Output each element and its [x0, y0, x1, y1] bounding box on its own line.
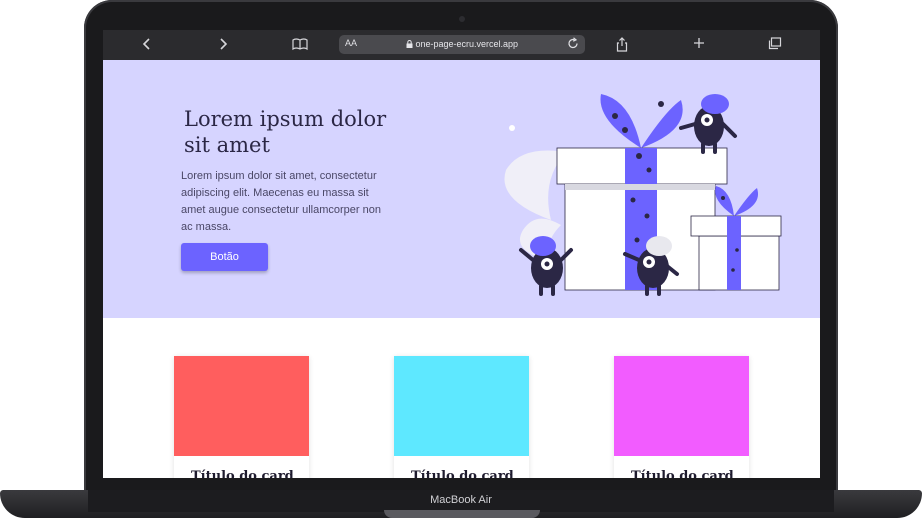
- gift-illustration: [504, 94, 782, 296]
- card[interactable]: Título do card: [614, 356, 749, 478]
- card-image: [174, 356, 309, 456]
- url-text: one-page-ecru.vercel.app: [339, 39, 585, 49]
- back-icon[interactable]: [142, 37, 152, 55]
- browser-toolbar: AA one-page-ecru.vercel.app: [103, 30, 820, 60]
- card[interactable]: Título do card: [394, 356, 529, 478]
- device-label: MacBook Air: [430, 494, 492, 506]
- url-label: one-page-ecru.vercel.app: [415, 39, 519, 49]
- address-bar[interactable]: AA one-page-ecru.vercel.app: [339, 35, 585, 54]
- card-title: Título do card: [411, 469, 514, 478]
- reload-icon[interactable]: [567, 37, 579, 53]
- card-image: [614, 356, 749, 456]
- forward-icon[interactable]: [218, 37, 228, 55]
- browser-screen: AA one-page-ecru.vercel.app Lorem ipsum …: [103, 30, 820, 478]
- card-title: Título do card: [631, 469, 734, 478]
- book-icon[interactable]: [292, 37, 308, 55]
- share-icon[interactable]: [616, 37, 628, 56]
- hero-button[interactable]: Botão: [181, 243, 268, 271]
- hero-title: Lorem ipsum dolor sit amet: [184, 107, 387, 157]
- card-image: [394, 356, 529, 456]
- card[interactable]: Título do card: [174, 356, 309, 478]
- camera: [459, 16, 465, 22]
- plus-icon[interactable]: [693, 37, 705, 53]
- cards-section: Título do card Título do card Título do …: [103, 318, 820, 478]
- hero-text: Lorem ipsum dolor sit amet, consectetur …: [181, 170, 381, 233]
- hero-section: Lorem ipsum dolor sit amet Lorem ipsum d…: [103, 60, 820, 318]
- laptop-notch: [384, 510, 540, 518]
- tabs-icon[interactable]: [768, 37, 782, 54]
- card-title: Título do card: [191, 469, 294, 478]
